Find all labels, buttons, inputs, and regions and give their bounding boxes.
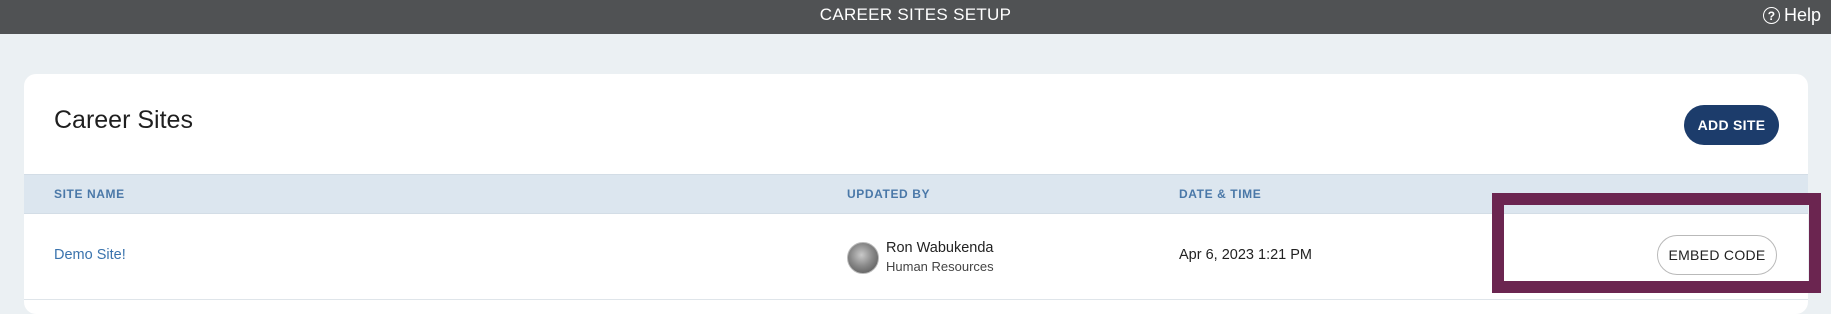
table-row: Demo Site! Ron Wabukenda Human Resources… (24, 214, 1808, 300)
avatar (847, 242, 879, 274)
table-header: SITE NAME UPDATED BY DATE & TIME (24, 174, 1808, 214)
date-time-value: Apr 6, 2023 1:21 PM (1179, 247, 1312, 263)
updated-by-department: Human Resources (886, 259, 994, 274)
updated-by-name: Ron Wabukenda (886, 240, 994, 256)
column-header-site-name[interactable]: SITE NAME (54, 187, 125, 201)
column-header-updated-by[interactable]: UPDATED BY (847, 187, 930, 201)
add-site-button[interactable]: ADD SITE (1684, 105, 1779, 145)
help-button[interactable]: ? Help (1762, 5, 1821, 26)
embed-code-button[interactable]: EMBED CODE (1657, 235, 1777, 275)
top-bar: CAREER SITES SETUP ? Help (0, 0, 1831, 34)
question-circle-icon: ? (1762, 7, 1780, 24)
card-title: Career Sites (54, 106, 193, 134)
help-label: Help (1783, 5, 1821, 25)
site-name-link[interactable]: Demo Site! (54, 247, 126, 263)
career-sites-card: Career Sites ADD SITE SITE NAME UPDATED … (24, 74, 1808, 314)
column-header-date-time[interactable]: DATE & TIME (1179, 187, 1261, 201)
page-title: CAREER SITES SETUP (819, 5, 1012, 24)
